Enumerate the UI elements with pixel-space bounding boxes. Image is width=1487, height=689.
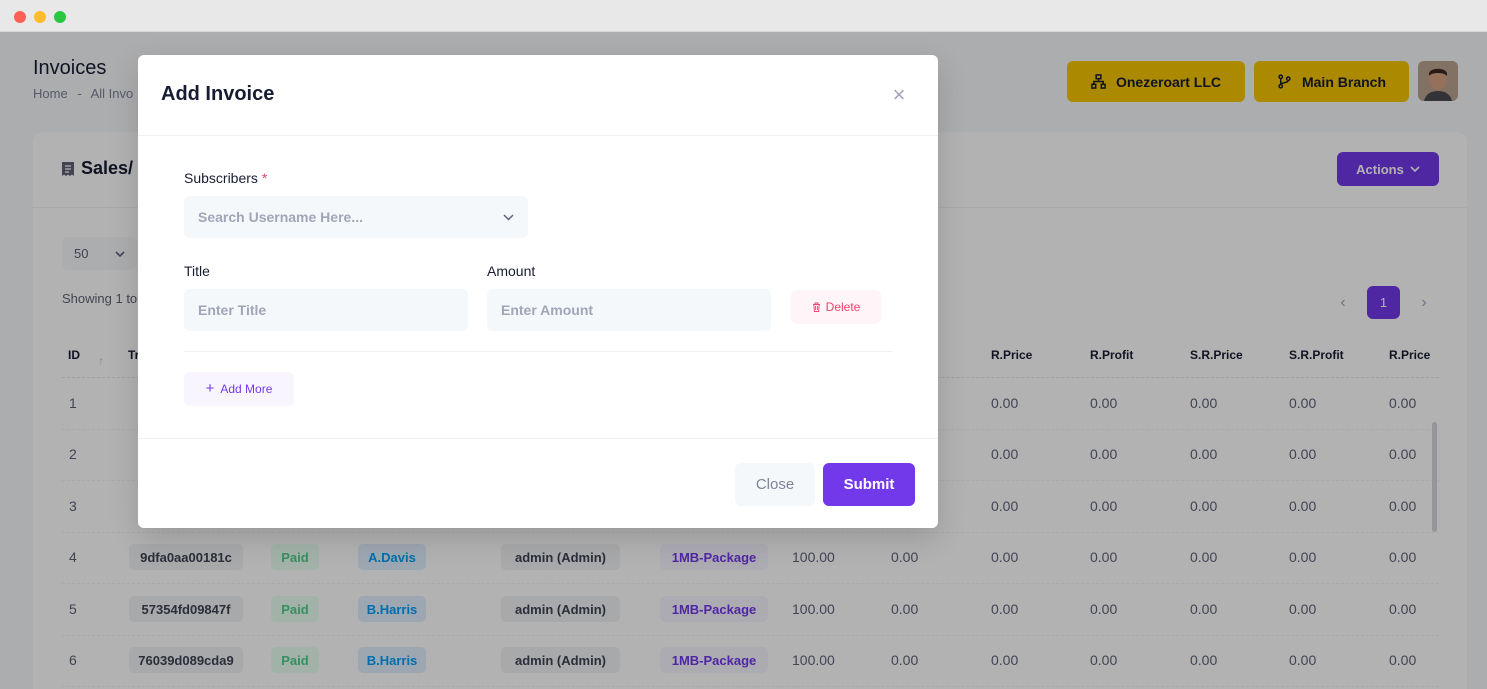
modal-title: Add Invoice	[161, 83, 275, 105]
submit-button[interactable]: Submit	[823, 463, 915, 506]
subscribers-placeholder: Search Username Here...	[198, 209, 363, 225]
title-input[interactable]	[184, 289, 468, 331]
subscribers-label-text: Subscribers	[184, 170, 258, 186]
modal-footer: Close Submit	[138, 438, 938, 528]
add-invoice-modal: Add Invoice × Subscribers * Search Usern…	[138, 55, 938, 528]
chevron-down-icon	[503, 213, 514, 221]
minimize-window-dot[interactable]	[34, 11, 46, 23]
close-window-dot[interactable]	[14, 11, 26, 23]
subscribers-select[interactable]: Search Username Here...	[184, 196, 528, 238]
amount-label: Amount	[487, 263, 536, 279]
close-button[interactable]: Close	[735, 463, 815, 506]
maximize-window-dot[interactable]	[54, 11, 66, 23]
add-more-button[interactable]: + Add More	[184, 372, 294, 406]
divider	[184, 351, 892, 352]
amount-input[interactable]	[487, 289, 771, 331]
plus-icon: +	[205, 380, 215, 397]
delete-label: Delete	[825, 300, 861, 314]
modal-header: Add Invoice ×	[138, 55, 938, 136]
title-label: Title	[184, 263, 210, 279]
trash-icon	[812, 302, 820, 312]
add-more-label: Add More	[220, 382, 273, 396]
delete-row-button[interactable]: Delete	[791, 290, 881, 324]
window-titlebar	[0, 0, 1487, 32]
close-icon[interactable]: ×	[888, 84, 910, 106]
required-mark: *	[261, 170, 268, 186]
app-window: Invoices Home - All Invo Onezeroart LLC …	[0, 0, 1487, 689]
subscribers-label: Subscribers *	[184, 170, 267, 186]
